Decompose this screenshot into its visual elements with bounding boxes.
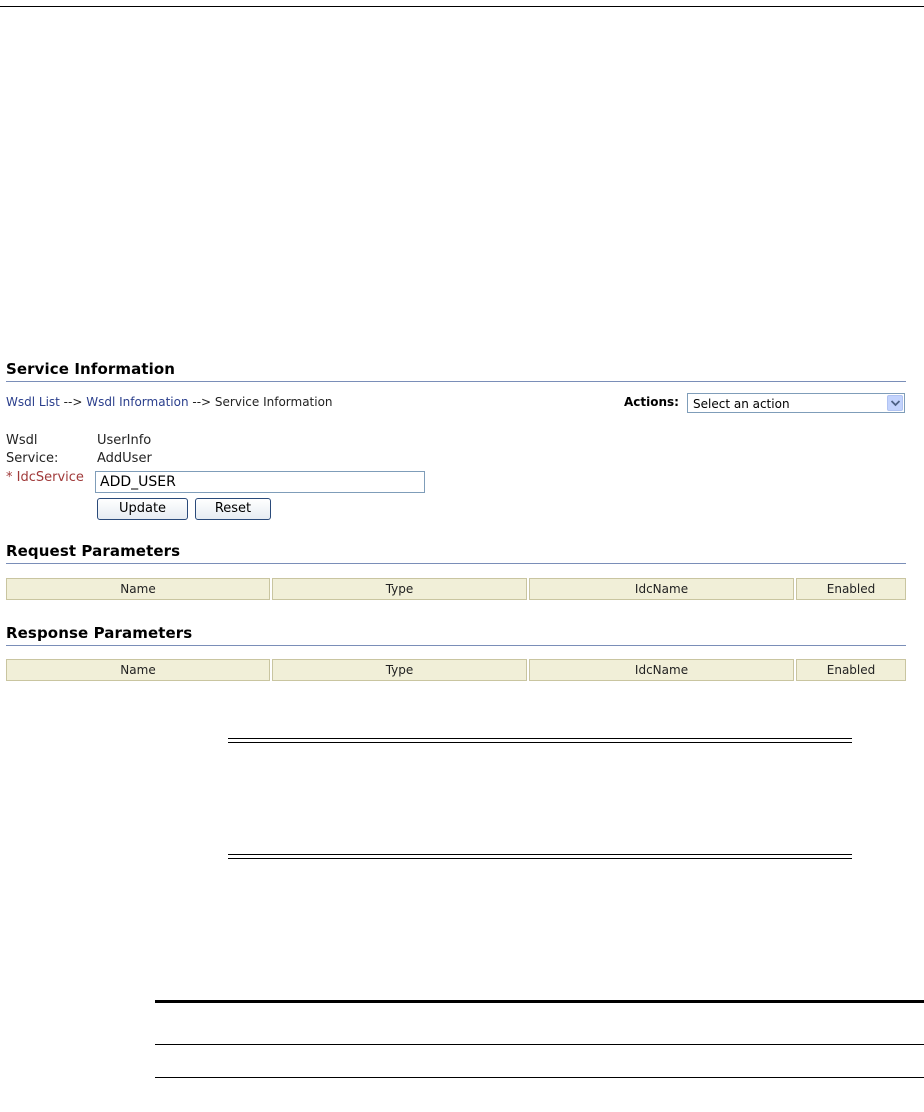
idcservice-label: * IdcService	[6, 470, 84, 485]
table-top-rule	[155, 1000, 924, 1003]
response-column-name[interactable]: Name	[6, 659, 270, 681]
note-bottom-rule	[228, 854, 852, 855]
breadcrumb-wsdl-list-link[interactable]: Wsdl List	[6, 395, 60, 409]
wsdl-label: Wsdl	[6, 433, 38, 448]
request-parameters-rule	[6, 563, 906, 564]
breadcrumb-separator: -->	[188, 395, 215, 409]
breadcrumb-separator: -->	[59, 395, 87, 409]
service-information-title: Service Information	[6, 360, 176, 378]
breadcrumb-wsdl-information-link[interactable]: Wsdl Information	[86, 395, 188, 409]
note-top-rule	[228, 742, 852, 743]
update-button[interactable]: Update	[97, 498, 188, 520]
service-label: Service:	[6, 451, 59, 466]
response-column-type[interactable]: Type	[272, 659, 527, 681]
table-row-rule	[155, 1077, 924, 1078]
service-information-rule	[6, 381, 906, 382]
request-column-type[interactable]: Type	[272, 578, 527, 600]
service-value: AddUser	[97, 451, 152, 466]
wsdl-value: UserInfo	[97, 433, 152, 448]
table-row-rule	[155, 1044, 924, 1045]
page-top-rule	[0, 6, 924, 7]
response-parameters-title: Response Parameters	[6, 624, 193, 642]
response-parameters-rule	[6, 645, 906, 646]
breadcrumb-current: Service Information	[214, 395, 333, 409]
response-column-enabled[interactable]: Enabled	[796, 659, 906, 681]
chevron-down-icon[interactable]	[887, 395, 903, 411]
breadcrumb: Wsdl List --> Wsdl Information --> Servi…	[6, 395, 333, 409]
reset-button[interactable]: Reset	[195, 498, 271, 520]
response-column-idcname[interactable]: IdcName	[529, 659, 794, 681]
request-column-idcname[interactable]: IdcName	[529, 578, 794, 600]
idcservice-input[interactable]	[95, 471, 425, 493]
actions-select-value: Select an action	[693, 397, 790, 411]
request-parameters-title: Request Parameters	[6, 542, 181, 560]
note-bottom-rule	[228, 858, 852, 859]
request-column-name[interactable]: Name	[6, 578, 270, 600]
request-column-enabled[interactable]: Enabled	[796, 578, 906, 600]
actions-select[interactable]: Select an action	[687, 393, 905, 413]
note-top-rule	[228, 738, 852, 739]
service-information-panel: Service Information Wsdl List --> Wsdl I…	[0, 356, 912, 696]
actions-label: Actions:	[624, 395, 679, 409]
